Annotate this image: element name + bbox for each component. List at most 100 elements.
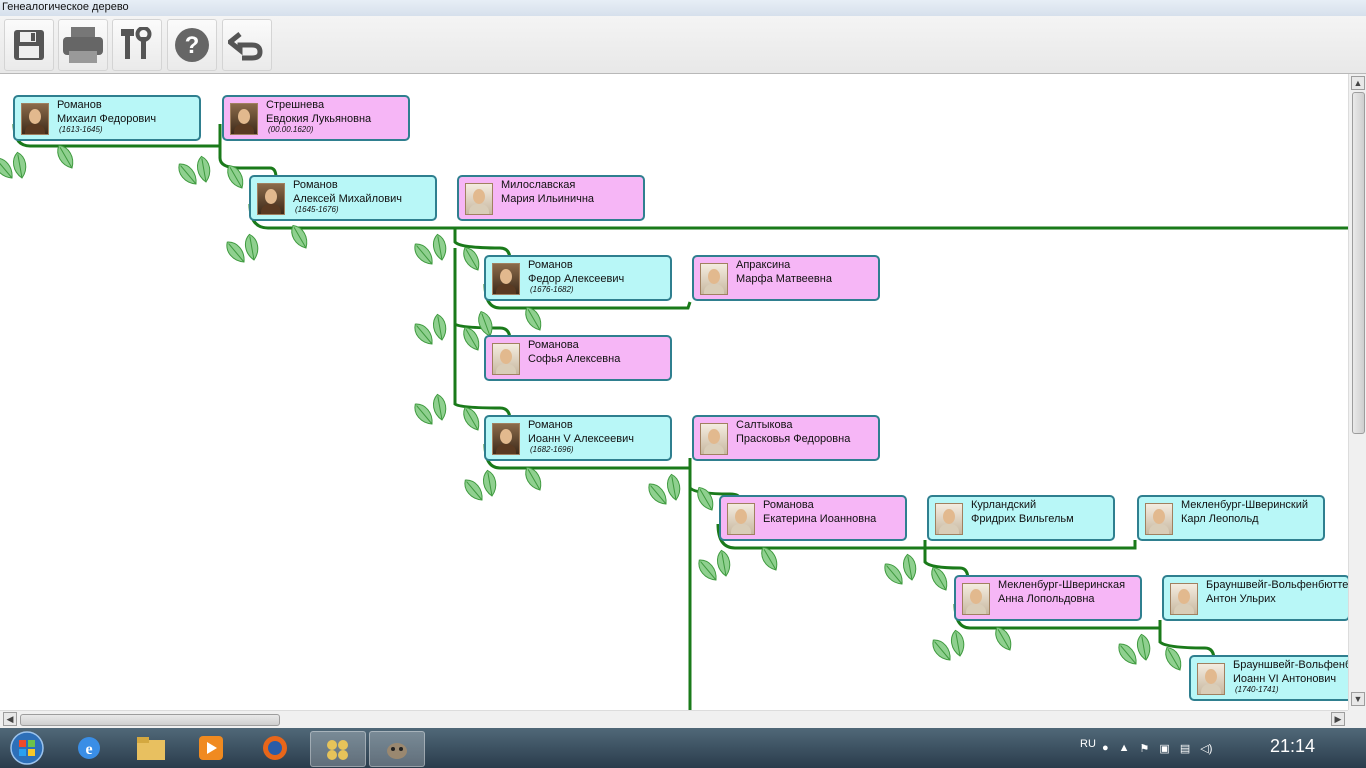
- scroll-down-arrow[interactable]: ▼: [1351, 692, 1365, 706]
- portrait: [962, 583, 990, 615]
- person-card[interactable]: Стрешнева Евдокия Лукьяновна (00.00.1620): [222, 95, 410, 141]
- vertical-scrollbar[interactable]: ▲ ▼: [1348, 74, 1366, 710]
- scroll-corner: [1348, 710, 1366, 728]
- surname: Брауншвейг-Вольфенбюттель: [1206, 579, 1348, 591]
- given-name: Фридрих Вильгельм: [971, 513, 1074, 525]
- help-button[interactable]: ?: [167, 19, 217, 71]
- portrait: [700, 423, 728, 455]
- print-button[interactable]: [58, 19, 108, 71]
- window-title: Генеалогическое дерево: [0, 0, 1366, 16]
- taskbar-explorer[interactable]: [124, 731, 178, 765]
- gimp-icon: [387, 743, 407, 759]
- person-card[interactable]: Брауншвейг-Вольфенбюттель Антон Ульрих: [1162, 575, 1348, 621]
- life-dates: (1645-1676): [295, 205, 339, 214]
- surname: Романов: [528, 419, 573, 431]
- portrait: [727, 503, 755, 535]
- tools-icon: [121, 27, 152, 59]
- person-card[interactable]: Милославская Мария Ильинична: [457, 175, 645, 221]
- internet-explorer-icon: e: [78, 737, 100, 759]
- save-button[interactable]: [4, 19, 54, 71]
- portrait: [257, 183, 285, 215]
- vertical-scroll-thumb[interactable]: [1352, 92, 1365, 434]
- scroll-up-arrow[interactable]: ▲: [1351, 76, 1365, 90]
- action-center-icon[interactable]: ⚑: [1140, 742, 1150, 755]
- portrait: [492, 343, 520, 375]
- horizontal-scroll-thumb[interactable]: [20, 714, 280, 726]
- surname: Мекленбург-Шверинская: [998, 579, 1126, 591]
- portrait: [700, 263, 728, 295]
- person-card[interactable]: Мекленбург-Шверинский Карл Леопольд: [1137, 495, 1325, 541]
- person-card[interactable]: Романова Софья Алексевна: [484, 335, 672, 381]
- person-card[interactable]: Салтыкова Прасковья Федоровна: [692, 415, 880, 461]
- portrait: [1145, 503, 1173, 535]
- help-tray-icon[interactable]: ●: [1102, 742, 1109, 754]
- taskbar-gimp[interactable]: [369, 731, 425, 767]
- given-name: Анна Лопольдовна: [998, 593, 1095, 605]
- given-name: Федор Алексеевич: [528, 273, 625, 285]
- person-card[interactable]: Мекленбург-Шверинская Анна Лопольдовна: [954, 575, 1142, 621]
- system-tray: ● ▲ ⚑ ▣ ▤ ◁): [1102, 728, 1212, 768]
- life-dates: (1613-1645): [59, 125, 103, 134]
- undo-button[interactable]: [222, 19, 272, 71]
- surname: Стрешнева: [266, 99, 325, 111]
- surname: Мекленбург-Шверинский: [1181, 499, 1309, 511]
- portrait: [230, 103, 258, 135]
- life-dates: (1740-1741): [1235, 685, 1279, 694]
- windows-start-button[interactable]: [0, 731, 54, 765]
- surname: Романов: [57, 99, 102, 111]
- language-indicator[interactable]: RU: [1080, 738, 1096, 750]
- surname: Романова: [528, 339, 579, 351]
- taskbar-tree-app[interactable]: [310, 731, 366, 767]
- person-card[interactable]: Курландский Фридрих Вильгельм: [927, 495, 1115, 541]
- scroll-left-arrow[interactable]: ◀: [3, 712, 17, 726]
- surname: Апраксина: [736, 259, 791, 271]
- svg-text:?: ?: [185, 32, 200, 59]
- taskbar-ie[interactable]: e: [62, 731, 116, 765]
- given-name: Антон Ульрих: [1206, 593, 1276, 605]
- surname: Романов: [528, 259, 573, 271]
- horizontal-scrollbar[interactable]: ◀ ▶: [0, 710, 1348, 729]
- surname: Милославская: [501, 179, 576, 191]
- settings-button[interactable]: [112, 19, 162, 71]
- tree-app-icon: [327, 740, 348, 760]
- given-name: Карл Леопольд: [1181, 513, 1259, 525]
- person-card[interactable]: Романов Иоанн V Алексеевич (1682-1696): [484, 415, 672, 461]
- media-player-icon: [199, 736, 223, 760]
- taskbar-media-player[interactable]: [184, 731, 238, 765]
- person-card[interactable]: Романов Федор Алексеевич (1676-1682): [484, 255, 672, 301]
- given-name: Софья Алексевна: [528, 353, 621, 365]
- usb-icon[interactable]: ▣: [1159, 742, 1169, 755]
- volume-icon[interactable]: ◁): [1200, 742, 1212, 755]
- tree-connectors: [0, 123, 1348, 710]
- clock[interactable]: 21:14: [1270, 736, 1315, 757]
- scroll-right-arrow[interactable]: ▶: [1331, 712, 1345, 726]
- person-card[interactable]: Апраксина Марфа Матвеевна: [692, 255, 880, 301]
- given-name: Алексей Михайлович: [293, 193, 402, 205]
- portrait: [21, 103, 49, 135]
- surname: Курландский: [971, 499, 1037, 511]
- network-icon[interactable]: ▤: [1180, 742, 1190, 755]
- surname: Салтыкова: [736, 419, 793, 431]
- person-card[interactable]: Романов Михаил Федорович (1613-1645): [13, 95, 201, 141]
- person-card[interactable]: Романова Екатерина Иоанновна: [719, 495, 907, 541]
- tree-canvas[interactable]: Романов Михаил Федорович (1613-1645) Стре…: [0, 74, 1348, 710]
- svg-text:e: e: [85, 741, 92, 758]
- windows-start-icon: [10, 731, 44, 765]
- given-name: Иоанн V Алексеевич: [528, 433, 635, 445]
- person-card[interactable]: Романов Алексей Михайлович (1645-1676): [249, 175, 437, 221]
- life-dates: (00.00.1620): [268, 125, 314, 134]
- life-dates: (1676-1682): [530, 285, 574, 294]
- given-name: Прасковья Федоровна: [736, 433, 851, 445]
- given-name: Екатерина Иоанновна: [763, 513, 877, 525]
- printer-icon: [63, 27, 103, 63]
- floppy-disk-icon: [14, 30, 44, 60]
- life-dates: (1682-1696): [530, 445, 574, 454]
- taskbar-firefox[interactable]: [248, 731, 302, 765]
- given-name: Евдокия Лукьяновна: [266, 113, 372, 125]
- taskbar: e RU ● ▲ ⚑ ▣ ▤ ◁) 21:14: [0, 728, 1366, 768]
- portrait: [492, 423, 520, 455]
- portrait: [465, 183, 493, 215]
- tray-expand-icon[interactable]: ▲: [1119, 742, 1130, 754]
- surname: Брауншвейг-Вольфенбюттель: [1233, 659, 1348, 671]
- person-card[interactable]: Брауншвейг-Вольфенбюттель Иоанн VI Антоно…: [1189, 655, 1348, 701]
